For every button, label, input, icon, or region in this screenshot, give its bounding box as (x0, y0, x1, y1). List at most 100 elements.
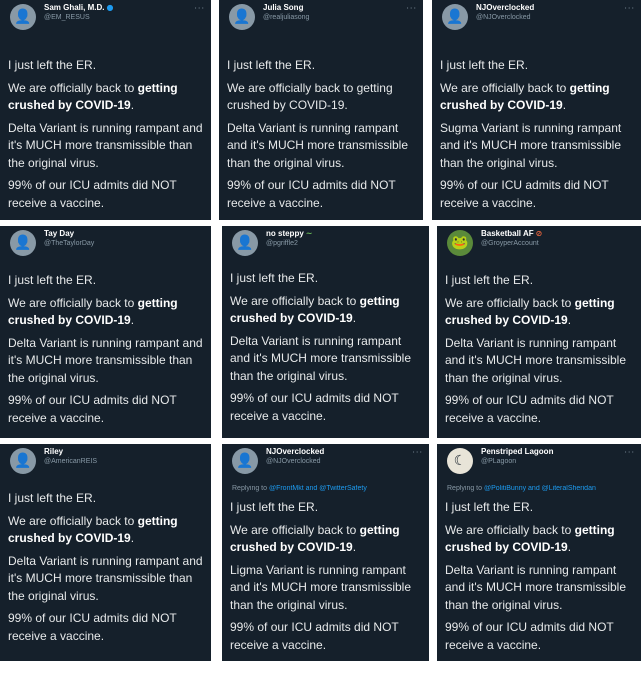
tweet-line: 99% of our ICU admits did NOT receive a … (440, 178, 609, 210)
tweet-text: We are officially back to (8, 513, 138, 528)
tweet-line: I just left the ER. (8, 58, 97, 72)
tweet-header: 👤 Julia Song @realjuliasong ··· (229, 0, 423, 40)
tweet-header: 👤 NJOverclocked @NJOverclocked ··· (442, 0, 641, 40)
tweet-line: 99% of our ICU admits did NOT receive a … (230, 391, 399, 423)
replying-to: Replying to @FrontMkt and @TwitterSafety (232, 485, 425, 492)
user-handle[interactable]: @EM_RESUS (44, 13, 189, 22)
avatar[interactable]: 👤 (232, 448, 258, 474)
bold-text: getting (137, 513, 178, 528)
reply-mentions-link[interactable]: @PolitiBunny and @LiteralSheridan (484, 485, 596, 492)
tweet-line: 99% of our ICU admits did NOT receive a … (445, 393, 614, 425)
tweet-text: We are officially back to (445, 295, 575, 310)
bold-text: crushed by COVID-19 (230, 311, 353, 325)
display-name[interactable]: Riley (44, 447, 189, 457)
tweet-card[interactable]: 👤 Tay Day @TheTaylorDay I just left the … (0, 226, 211, 438)
user-handle[interactable]: @PLagoon (481, 457, 619, 466)
tweet-line: We are officially back to getting crushe… (445, 522, 615, 555)
replying-label: Replying to (232, 485, 269, 492)
tweet-line: We are officially back to getting crushe… (227, 80, 393, 113)
display-name-text[interactable]: Basketball AF (481, 229, 534, 238)
tweet-line: We are officially back to getting crushe… (230, 522, 400, 555)
tweet-line: I just left the ER. (230, 271, 319, 285)
tweet-text: We are officially back to (445, 522, 575, 537)
more-options-icon[interactable]: ··· (406, 4, 417, 13)
tweet-line: 99% of our ICU admits did NOT receive a … (445, 620, 614, 652)
tweet-line: Ligma Variant is running rampant and it'… (230, 562, 412, 612)
bold-text: getting (574, 295, 615, 310)
tweet-card[interactable]: 👤 Julia Song @realjuliasong ··· I just l… (219, 0, 423, 220)
tweet-card[interactable]: 🐸 Basketball AF ⊘ @GroyperAccount I just … (437, 226, 641, 438)
tweet-line: I just left the ER. (8, 273, 97, 287)
bold-text: getting (359, 293, 400, 308)
tweet-body: I just left the ER. We are officially ba… (8, 272, 205, 427)
avatar[interactable]: 👤 (10, 448, 36, 474)
more-options-icon[interactable]: ··· (194, 4, 205, 13)
tweet-card[interactable]: 👤 no steppy ~ @pgriffle2 I just left the … (222, 226, 429, 438)
tweet-line: We are officially back to getting crushe… (440, 80, 610, 113)
display-name[interactable]: Tay Day (44, 229, 189, 239)
bold-text: crushed by COVID-19 (8, 531, 131, 545)
tweet-body: I just left the ER. We are officially ba… (445, 499, 635, 654)
user-handle[interactable]: @NJOverclocked (476, 13, 619, 22)
tweet-line: Delta Variant is running rampant and it'… (227, 120, 409, 170)
user-handle[interactable]: @NJOverclocked (266, 457, 407, 466)
tweet-card[interactable]: 👤 NJOverclocked @NJOverclocked ··· I jus… (432, 0, 641, 220)
bold-text: crushed by COVID-19 (8, 98, 131, 112)
tweet-line: Delta Variant is running rampant and it'… (8, 553, 203, 603)
display-name[interactable]: Penstriped Lagoon (481, 447, 619, 457)
tweet-line: I just left the ER. (230, 500, 319, 514)
user-handle[interactable]: @GroyperAccount (481, 239, 619, 248)
tweet-card[interactable]: 👤 NJOverclocked @NJOverclocked ··· Reply… (222, 444, 429, 661)
display-name[interactable]: NJOverclocked (266, 447, 407, 457)
page-bottom-strip (0, 661, 641, 680)
tweet-header: ☾ Penstriped Lagoon @PLagoon ··· (447, 444, 641, 484)
avatar[interactable]: 👤 (232, 230, 258, 256)
tweet-body: I just left the ER. We are officially ba… (227, 57, 417, 212)
avatar[interactable]: 👤 (229, 4, 255, 30)
bold-text: getting (574, 522, 615, 537)
tweet-line: I just left the ER. (445, 273, 534, 287)
avatar[interactable]: 🐸 (447, 230, 473, 256)
tweet-header: 🐸 Basketball AF ⊘ @GroyperAccount (447, 226, 641, 266)
display-name-text[interactable]: no steppy (266, 229, 304, 238)
avatar[interactable]: ☾ (447, 448, 473, 474)
tweet-line: Delta Variant is running rampant and it'… (445, 335, 627, 385)
tweet-card[interactable]: 👤 Riley @AmericanREIS I just left the ER… (0, 444, 211, 661)
more-options-icon[interactable]: ··· (624, 4, 635, 13)
user-handle[interactable]: @pgriffle2 (266, 239, 407, 248)
tweet-card[interactable]: ☾ Penstriped Lagoon @PLagoon ··· Replyin… (437, 444, 641, 661)
display-name[interactable]: no steppy ~ (266, 229, 407, 239)
display-name-text[interactable]: Sam Ghali, M.D. (44, 3, 104, 12)
tweet-header: 👤 Sam Ghali, M.D. ● @EM_RESUS ··· (10, 0, 211, 40)
tweet-line: I just left the ER. (227, 58, 316, 72)
avatar[interactable]: 👤 (10, 4, 36, 30)
bold-text: getting (137, 80, 178, 95)
display-name[interactable]: Julia Song (263, 3, 401, 13)
replying-to: Replying to @PolitiBunny and @LiteralShe… (447, 485, 637, 492)
user-handle[interactable]: @AmericanREIS (44, 457, 189, 466)
tweet-card[interactable]: 👤 Sam Ghali, M.D. ● @EM_RESUS ··· I just … (0, 0, 211, 220)
tweet-header: 👤 Riley @AmericanREIS (10, 444, 211, 484)
tweet-line: We are officially back to getting crushe… (8, 295, 178, 328)
tweet-line: We are officially back to getting crushe… (445, 295, 615, 328)
tweet-body: I just left the ER. We are officially ba… (8, 490, 205, 645)
tweet-body: I just left the ER. We are officially ba… (440, 57, 635, 212)
display-name[interactable]: Basketball AF ⊘ (481, 229, 619, 239)
avatar[interactable]: 👤 (442, 4, 468, 30)
user-handle[interactable]: @TheTaylorDay (44, 239, 189, 248)
more-options-icon[interactable]: ··· (412, 448, 423, 457)
display-name[interactable]: NJOverclocked (476, 3, 619, 13)
reply-mentions-link[interactable]: @FrontMkt and @TwitterSafety (269, 485, 367, 492)
snake-emoji-icon: ~ (305, 229, 313, 238)
bold-text: getting (359, 522, 400, 537)
avatar[interactable]: 👤 (10, 230, 36, 256)
tweet-text: We are officially back to (8, 295, 138, 310)
more-options-icon[interactable]: ··· (624, 448, 635, 457)
tweet-body: I just left the ER. We are officially ba… (8, 57, 205, 212)
user-handle[interactable]: @realjuliasong (263, 13, 401, 22)
tweet-line: 99% of our ICU admits did NOT receive a … (8, 393, 177, 425)
bold-text: crushed by COVID-19 (8, 313, 131, 327)
tweet-header: 👤 Tay Day @TheTaylorDay (10, 226, 211, 266)
tweet-line: I just left the ER. (8, 491, 97, 505)
display-name[interactable]: Sam Ghali, M.D. ● (44, 3, 189, 13)
